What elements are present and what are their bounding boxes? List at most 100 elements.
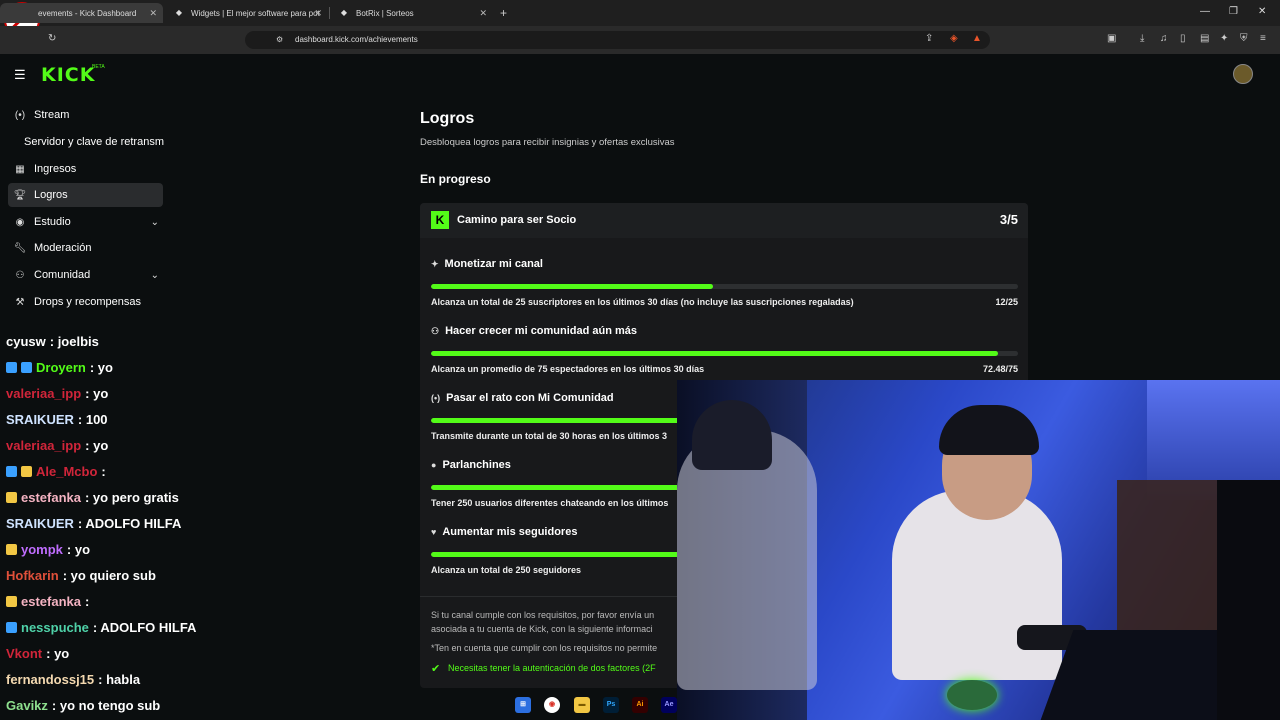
chat-username[interactable]: nesspuche: [21, 620, 89, 635]
chat-message: valeriaa_ipp : yo: [6, 438, 108, 453]
chat-message: cyusw: joelbis: [6, 334, 99, 349]
chat-username[interactable]: Vkont: [6, 646, 42, 661]
progress-fill: [431, 284, 713, 289]
chat-username[interactable]: Gavikz: [6, 698, 48, 713]
minimize-icon[interactable]: —: [1200, 6, 1210, 17]
achievement-value: 12/25: [995, 297, 1018, 307]
chat-username[interactable]: Hofkarin: [6, 568, 59, 583]
achievement-description: Transmite durante un total de 30 horas e…: [431, 431, 668, 441]
close-icon[interactable]: ✕: [479, 8, 487, 19]
chat-message: Droyern: yo: [6, 360, 113, 375]
check-icon: ✔: [431, 663, 441, 675]
beta-label: BETA: [92, 64, 105, 70]
tab-botrix[interactable]: ◆ BotRix | Sorteos ✕: [330, 3, 493, 23]
sidebar-item-estudio[interactable]: ◉ Estudio ⌄: [8, 210, 163, 234]
url-text[interactable]: dashboard.kick.com/achievements: [295, 35, 418, 44]
vpn-icon[interactable]: ⛨: [1240, 33, 1248, 44]
sidebar-item-label: Comunidad: [34, 269, 91, 281]
share-icon[interactable]: ⇪: [925, 33, 933, 44]
chat-message: estefanka: yo pero gratis: [6, 490, 179, 505]
chevron-down-icon[interactable]: ⌄: [151, 270, 159, 281]
windows-start-icon[interactable]: ⊞: [515, 697, 531, 713]
illustrator-icon[interactable]: Ai: [632, 697, 648, 713]
panel-icon[interactable]: ▯: [1180, 33, 1186, 44]
sidebar-toggle-icon[interactable]: ▣: [1107, 33, 1116, 44]
close-window-icon[interactable]: ✕: [1258, 6, 1266, 17]
chat-text: : yo: [46, 646, 70, 661]
chat-text: : yo: [89, 360, 113, 375]
sidebar-item-stream[interactable]: (•) Stream: [8, 103, 163, 127]
achievement-title-text: Pasar el rato con Mi Comunidad: [446, 392, 614, 404]
after-effects-icon[interactable]: Ae: [661, 697, 677, 713]
chat-username[interactable]: Ale_Mcbo: [36, 464, 97, 479]
progress-bar: [431, 284, 1018, 289]
hamburger-icon[interactable]: ☰: [14, 67, 26, 83]
chevron-down-icon[interactable]: ⌄: [151, 217, 159, 228]
requirement-text: Necesitas tener la autenticación de dos …: [448, 663, 656, 673]
chat-message: Ale_Mcbo:: [6, 464, 106, 479]
music-icon[interactable]: ♫: [1160, 33, 1168, 44]
sidebar-item-label: Servidor y clave de retransm: [24, 136, 164, 148]
sidebar-item-comunidad[interactable]: ⚇ Comunidad ⌄: [8, 263, 163, 287]
wallet-icon[interactable]: ▤: [1200, 33, 1209, 44]
chat-text: : ADOLFO HILFA: [92, 620, 197, 635]
achievement-description: Alcanza un total de 250 seguidores: [431, 565, 582, 575]
close-icon[interactable]: ✕: [149, 8, 157, 19]
kick-logo[interactable]: KICK: [41, 64, 95, 86]
chat-username[interactable]: cyusw: [6, 334, 46, 349]
chat-username[interactable]: estefanka: [21, 490, 81, 505]
close-icon[interactable]: ✕: [314, 8, 322, 19]
avatar[interactable]: [1233, 64, 1253, 84]
chat-username[interactable]: SRAIKUER: [6, 516, 74, 531]
sidebar-item-moderacion[interactable]: 🔧︎ Moderación: [8, 236, 163, 260]
menu-icon[interactable]: ≡: [1260, 33, 1266, 44]
chat-username[interactable]: fernandossj15: [6, 672, 94, 687]
broadcast-icon: (•): [431, 393, 441, 403]
chat-text: : yo: [85, 438, 109, 453]
section-title: En progreso: [420, 172, 491, 186]
page-subtitle: Desbloquea logros para recibir insignias…: [420, 137, 675, 148]
chat-badge-icon: [6, 622, 17, 633]
page-title: Logros: [420, 110, 475, 127]
chat-username[interactable]: estefanka: [21, 594, 81, 609]
sidebar-item-label: Ingresos: [34, 163, 77, 175]
webcam-cap: [939, 405, 1039, 455]
brave-shield-icon[interactable]: ◈: [950, 33, 958, 44]
achievement-value: 72.48/75: [982, 364, 1018, 374]
chat-icon: ●: [431, 460, 437, 470]
achievement-title-text: Parlanchines: [442, 459, 511, 471]
reload-icon[interactable]: ↻: [48, 33, 56, 44]
card-title: Camino para ser Socio: [457, 214, 577, 226]
restore-icon[interactable]: ❐: [1229, 6, 1238, 17]
brave-rewards-icon[interactable]: ▲: [972, 33, 982, 44]
download-icon[interactable]: ⤓: [1140, 33, 1144, 44]
tab-separator: [329, 7, 330, 19]
chat-username[interactable]: SRAIKUER: [6, 412, 74, 427]
kick-k-icon: K: [431, 211, 449, 229]
tab-widgets[interactable]: ◆ Widgets | El mejor software para pot ✕: [165, 3, 328, 23]
site-icon: ◆: [340, 8, 348, 17]
site-info-icon[interactable]: ⚙: [276, 35, 283, 44]
sidebar-item-label: Moderación: [34, 242, 92, 254]
achievement-title-text: Hacer crecer mi comunidad aún más: [445, 325, 638, 337]
new-tab-icon[interactable]: +: [500, 6, 507, 20]
sidebar-item-ingresos[interactable]: ▦ Ingresos: [8, 157, 163, 181]
chrome-icon[interactable]: ◉: [544, 697, 560, 713]
sidebar-item-drops[interactable]: ⚒ Drops y recompensas: [8, 290, 163, 314]
photoshop-icon[interactable]: Ps: [603, 697, 619, 713]
chat-username[interactable]: Droyern: [36, 360, 86, 375]
achievement-title: ⚇ Hacer crecer mi comunidad aún más: [431, 325, 637, 337]
sidebar-item-stream-key[interactable]: Servidor y clave de retransm: [24, 130, 184, 154]
chat-text: : habla: [98, 672, 141, 687]
folder-icon[interactable]: ▬: [574, 697, 590, 713]
palette-icon: ◉: [15, 216, 25, 228]
tab-kick-dashboard[interactable]: evements - Kick Dashboard ✕: [0, 3, 163, 23]
chat-text: : 100: [77, 412, 108, 427]
achievement-title: ♥ Aumentar mis seguidores: [431, 526, 577, 538]
achievement-title-text: Monetizar mi canal: [444, 258, 543, 270]
chat-username[interactable]: valeriaa_ipp: [6, 386, 81, 401]
chat-username[interactable]: valeriaa_ipp: [6, 438, 81, 453]
ai-icon[interactable]: ✦: [1220, 33, 1228, 44]
sidebar-item-logros[interactable]: 🏆︎ Logros: [8, 183, 163, 207]
chat-username[interactable]: yompk: [21, 542, 63, 557]
